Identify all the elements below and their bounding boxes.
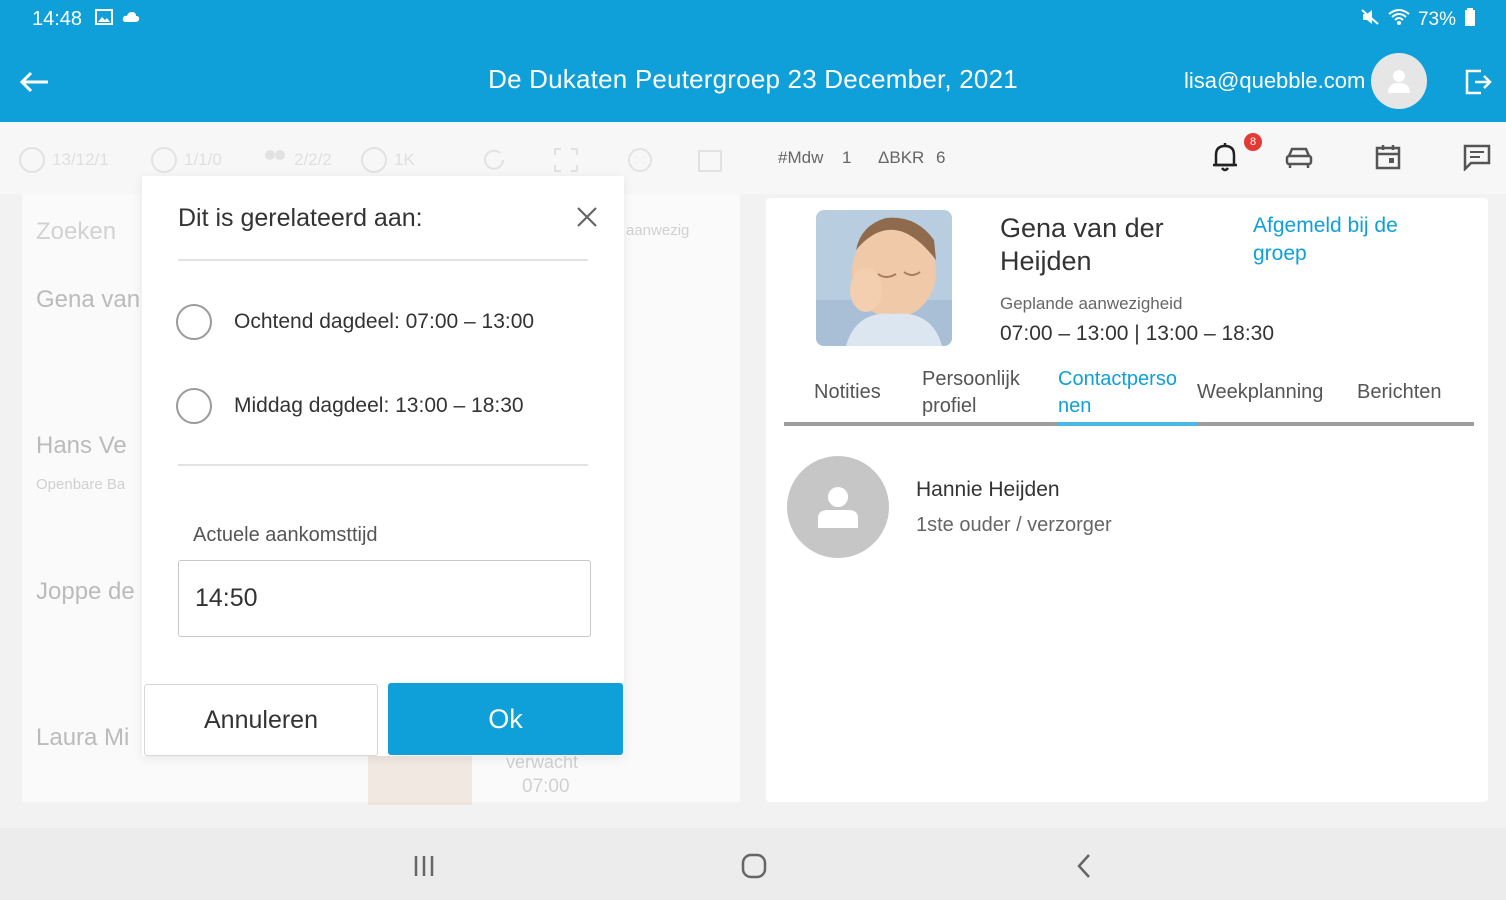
bell-icon [1213,143,1237,172]
messages-button[interactable] [1460,140,1494,174]
message-icon [1463,144,1491,171]
contact-avatar[interactable] [787,456,889,558]
recent-apps-icon [414,856,434,876]
list-item[interactable]: Laura Mi [36,724,129,752]
option-label-afternoon[interactable]: Middag dagdeel: 13:00 – 18:30 [234,394,524,418]
tab-berichten[interactable]: Berichten [1357,379,1442,406]
user-avatar[interactable] [1371,53,1427,109]
recent-apps-button[interactable] [406,848,442,884]
history-icon[interactable] [626,146,654,174]
transport-button[interactable] [1282,140,1316,174]
system-back-button[interactable] [1066,848,1102,884]
calendar-icon [1375,145,1401,170]
dialog-title: Dit is gerelateerd aan: [178,204,423,232]
planned-times: 07:00 – 13:00 | 13:00 – 18:30 [1000,322,1275,345]
home-button[interactable] [736,848,772,884]
home-icon [741,853,767,879]
calendar-button[interactable] [1371,140,1405,174]
back-button[interactable] [14,62,54,102]
list-item[interactable]: Hans Ve [36,432,127,460]
child-name: Gena van der Heijden [1000,213,1164,276]
battery-icon [1464,8,1476,32]
bkr-label: ΔBKR [878,148,925,167]
planned-label: Geplande aanwezigheid [1000,294,1183,313]
chevron-left-icon [1077,854,1090,878]
divider [178,464,588,466]
wifi-icon [1388,8,1410,32]
tab-contactpersonen[interactable]: Contactpersonen [1058,366,1188,420]
smiley-icon [19,147,45,173]
tab-notities[interactable]: Notities [814,379,881,406]
app-header: 14:48 73% De Dukaten Peutergroep 23 Dece… [0,0,1506,122]
entry-time: 07:00 [522,776,570,797]
tab-persoonlijk-profiel[interactable]: Persoonlijk profiel [922,366,1042,420]
close-icon [577,207,597,227]
car-icon [1285,147,1313,168]
option-label-morning[interactable]: Ochtend dagdeel: 07:00 – 13:00 [234,310,534,334]
status-icon [151,147,177,173]
tab-weekplanning[interactable]: Weekplanning [1197,379,1323,406]
contact-name[interactable]: Hannie Heijden [916,478,1060,502]
tool-item[interactable]: 1/1/0 [150,146,222,174]
arrival-time-input[interactable] [178,560,591,637]
mdw-label: #Mdw [778,148,824,167]
tool-item[interactable]: 13/12/1 [18,146,109,174]
ok-button[interactable]: Ok [388,683,623,755]
list-item[interactable]: Joppe de [36,578,135,606]
image-icon [95,9,113,25]
relation-dialog [142,176,624,756]
contact-role: 1ste ouder / verzorger [916,514,1112,536]
status-time: 14:48 [32,8,83,30]
tab-indicator [1058,422,1198,426]
tool-item[interactable]: 2/2/2 [260,146,332,174]
child-photo [816,210,952,346]
calendar-add-icon[interactable] [696,146,724,174]
notifications-button[interactable] [1208,140,1242,174]
bkr-count: 6 [936,148,946,167]
logout-button[interactable] [1460,64,1496,100]
cloud-icon [121,9,140,25]
group-icon [265,150,285,160]
close-button[interactable] [570,200,604,234]
refresh-icon[interactable] [480,146,508,174]
clock-icon [361,147,387,173]
status-bar: 14:48 73% [0,0,1506,40]
mute-icon [1360,8,1380,32]
tool-item[interactable]: 1K [360,146,415,174]
option-radio-morning[interactable] [176,304,212,340]
arrow-left-icon [19,71,48,93]
column-hint: aanwezig [626,222,690,239]
cancel-button[interactable]: Annuleren [144,684,378,756]
mdw-count: 1 [842,148,852,167]
battery-text: 73% [1417,9,1456,30]
arrival-time-label: Actuele aankomsttijd [193,524,378,546]
list-item-sub: Openbare Ba [36,476,126,493]
scan-icon[interactable] [552,146,580,174]
list-item[interactable]: Gena van [36,286,140,314]
search-input[interactable]: Zoeken [36,218,116,246]
user-email[interactable]: lisa@quebble.com [1184,68,1365,94]
notification-badge: 8 [1244,133,1262,151]
child-thumbnail [368,755,472,805]
person-icon [818,487,858,528]
option-radio-afternoon[interactable] [176,388,212,424]
logout-icon [1465,69,1492,95]
status-link[interactable]: Afgemeld bij de groep [1253,212,1453,268]
divider [178,259,588,261]
person-icon [1388,70,1410,93]
